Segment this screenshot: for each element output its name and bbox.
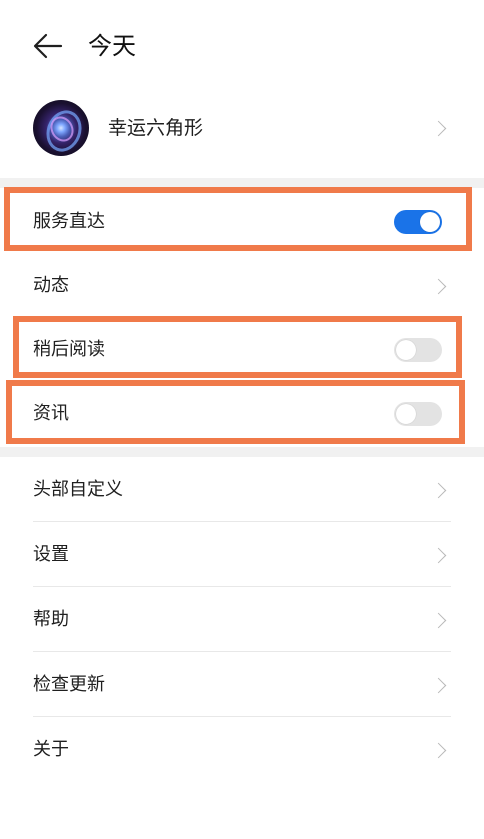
toggle-knob bbox=[420, 212, 440, 232]
profile-row[interactable]: 幸运六角形 bbox=[0, 96, 484, 168]
menu-item-label: 帮助 bbox=[33, 609, 69, 630]
setting-dynamic[interactable]: 动态 bbox=[0, 254, 484, 318]
divider bbox=[33, 521, 451, 522]
arrow-left-icon bbox=[33, 33, 63, 59]
toggle-knob bbox=[396, 404, 416, 424]
setting-label: 稍后阅读 bbox=[33, 339, 105, 360]
setting-label: 资讯 bbox=[33, 403, 69, 424]
app-header: 今天 bbox=[0, 0, 484, 92]
back-button[interactable] bbox=[30, 28, 66, 64]
chevron-right-icon bbox=[430, 278, 447, 295]
setting-label: 动态 bbox=[33, 275, 69, 296]
menu-item-header-custom[interactable]: 头部自定义 bbox=[0, 458, 484, 522]
avatar bbox=[33, 100, 89, 156]
menu-item-label: 头部自定义 bbox=[33, 479, 123, 500]
setting-service-direct: 服务直达 bbox=[0, 190, 484, 254]
menu-item-label: 检查更新 bbox=[33, 674, 105, 695]
menu-item-about[interactable]: 关于 bbox=[0, 718, 484, 782]
chevron-right-icon bbox=[430, 482, 447, 499]
section-divider bbox=[0, 447, 484, 457]
chevron-right-icon bbox=[430, 120, 447, 137]
menu-item-check-update[interactable]: 检查更新 bbox=[0, 653, 484, 717]
menu-item-settings[interactable]: 设置 bbox=[0, 523, 484, 587]
divider bbox=[33, 716, 451, 717]
read-later-toggle[interactable] bbox=[394, 338, 442, 362]
setting-news: 资讯 bbox=[0, 382, 484, 446]
section-divider bbox=[0, 178, 484, 188]
divider bbox=[33, 586, 451, 587]
chevron-right-icon bbox=[430, 547, 447, 564]
chevron-right-icon bbox=[430, 677, 447, 694]
toggle-knob bbox=[396, 340, 416, 360]
news-toggle[interactable] bbox=[394, 402, 442, 426]
profile-name: 幸运六角形 bbox=[108, 117, 204, 139]
service-direct-toggle[interactable] bbox=[394, 210, 442, 234]
setting-label: 服务直达 bbox=[33, 211, 105, 232]
page-title: 今天 bbox=[88, 32, 136, 60]
chevron-right-icon bbox=[430, 742, 447, 759]
chevron-right-icon bbox=[430, 612, 447, 629]
menu-item-label: 设置 bbox=[33, 544, 69, 565]
divider bbox=[33, 651, 451, 652]
menu-item-help[interactable]: 帮助 bbox=[0, 588, 484, 652]
menu-item-label: 关于 bbox=[33, 739, 69, 760]
setting-read-later: 稍后阅读 bbox=[0, 318, 484, 382]
